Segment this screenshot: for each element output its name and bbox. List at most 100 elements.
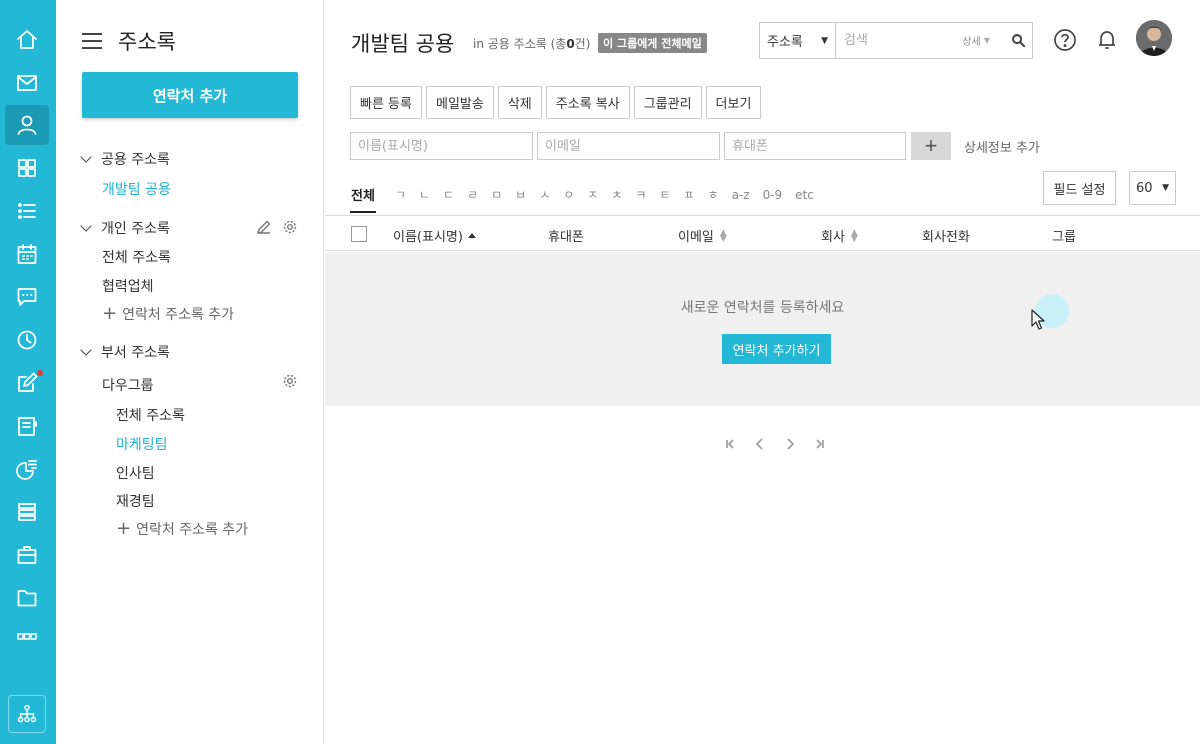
index-tab-all[interactable]: 전체 xyxy=(350,185,376,213)
page-title: 개발팀 공용 xyxy=(351,32,455,56)
nav-item-partners[interactable]: 협력업체 xyxy=(102,276,154,296)
calendar-icon[interactable] xyxy=(5,234,49,274)
nav-item-dev-team-public[interactable]: 개발팀 공용 xyxy=(102,179,171,199)
send-mail-button[interactable]: 메일발송 xyxy=(425,86,494,119)
index-tab[interactable]: ㅇ xyxy=(563,186,574,203)
avatar[interactable] xyxy=(1136,20,1172,56)
more-button[interactable]: 더보기 xyxy=(705,86,762,119)
nav-header: 주소록 xyxy=(82,26,176,56)
prev-page-icon[interactable] xyxy=(745,437,775,451)
search-input[interactable] xyxy=(836,23,963,58)
report-icon[interactable] xyxy=(5,449,49,489)
org-chart-icon[interactable] xyxy=(8,695,46,733)
first-page-icon[interactable] xyxy=(715,437,745,451)
index-tab[interactable]: ㅂ xyxy=(515,186,526,203)
column-group[interactable]: 그룹 xyxy=(1052,226,1076,245)
gear-icon[interactable] xyxy=(282,373,298,389)
index-tab[interactable]: ㄱ xyxy=(395,186,406,203)
nav-item-hr[interactable]: 인사팀 xyxy=(116,463,155,483)
nav-title: 주소록 xyxy=(118,30,176,54)
board-icon[interactable] xyxy=(5,406,49,446)
edit-icon[interactable] xyxy=(5,363,49,403)
gear-icon[interactable] xyxy=(282,219,298,235)
search-scope-select[interactable]: 주소록 ▼ xyxy=(760,23,836,58)
quick-add-plus-button[interactable]: + xyxy=(911,132,951,160)
caret-down-icon: ▼ xyxy=(821,35,828,46)
group-icon[interactable] xyxy=(5,617,49,657)
delete-button[interactable]: 삭제 xyxy=(497,86,542,119)
index-tab[interactable]: a-z xyxy=(732,188,750,202)
index-tab[interactable]: ㅍ xyxy=(683,186,694,203)
menu-icon[interactable] xyxy=(82,33,102,49)
action-toolbar: 빠른 등록 메일발송 삭제 주소록 복사 그룹관리 더보기 xyxy=(350,86,765,119)
pencil-icon[interactable] xyxy=(256,219,272,235)
page-size-select[interactable]: 60 ▼ xyxy=(1129,171,1176,205)
index-tab[interactable]: ㄷ xyxy=(443,186,454,203)
folder-icon[interactable] xyxy=(5,578,49,618)
empty-state: 새로운 연락처를 등록하세요 연락처 추가하기 xyxy=(325,252,1200,406)
quick-email-field[interactable] xyxy=(537,132,720,160)
quick-phone-field[interactable] xyxy=(724,132,906,160)
grid-icon[interactable] xyxy=(5,148,49,188)
stack-icon[interactable] xyxy=(5,492,49,532)
column-email[interactable]: 이메일 ▲ ▼ xyxy=(678,226,727,245)
field-settings-button[interactable]: 필드 설정 xyxy=(1043,171,1116,205)
index-tab[interactable]: ㅁ xyxy=(491,186,502,203)
index-tab[interactable]: ㅊ xyxy=(611,186,622,203)
index-tab[interactable]: ㅎ xyxy=(708,186,719,203)
count-value: 0 xyxy=(566,37,575,51)
copy-address-book-button[interactable]: 주소록 복사 xyxy=(545,86,630,119)
group-mail-button[interactable]: 이 그룹에게 전체메일 xyxy=(598,33,707,53)
home-icon[interactable] xyxy=(5,20,49,60)
bell-icon[interactable] xyxy=(1095,28,1119,52)
nav-item-finance[interactable]: 재경팀 xyxy=(116,491,155,511)
dept-section-toggle[interactable]: 부서 주소록 xyxy=(80,342,170,362)
index-tab[interactable]: ㅈ xyxy=(587,186,598,203)
detail-info-add-link[interactable]: 상세정보 추가 xyxy=(964,137,1040,156)
index-tab[interactable]: ㅅ xyxy=(539,186,550,203)
help-icon[interactable] xyxy=(1053,28,1077,52)
dept-add-book-link[interactable]: + 연락처 주소록 추가 xyxy=(116,519,248,539)
person-icon[interactable] xyxy=(5,105,49,145)
index-tab[interactable]: etc xyxy=(795,188,814,202)
mail-icon[interactable] xyxy=(5,63,49,103)
nav-item-marketing[interactable]: 마케팅팀 xyxy=(116,434,168,454)
last-page-icon[interactable] xyxy=(805,437,835,451)
personal-section-toggle[interactable]: 개인 주소록 xyxy=(80,218,170,238)
list-icon[interactable] xyxy=(5,191,49,231)
index-tab[interactable]: ㄴ xyxy=(419,186,430,203)
dept-add-book-label: 연락처 주소록 추가 xyxy=(136,522,249,538)
clock-icon[interactable] xyxy=(5,320,49,360)
caret-down-icon: ▼ xyxy=(983,36,990,45)
next-page-icon[interactable] xyxy=(775,437,805,451)
index-tab[interactable]: ㄹ xyxy=(467,186,478,203)
address-book-nav: 주소록 연락처 추가 공용 주소록 개발팀 공용 개인 주소록 전체 주소록 협… xyxy=(56,0,324,744)
mouse-cursor-icon xyxy=(1031,309,1045,330)
index-tab[interactable]: ㅌ xyxy=(659,186,670,203)
column-company-phone[interactable]: 회사전화 xyxy=(922,226,970,245)
add-contact-button[interactable]: 연락처 추가 xyxy=(82,72,298,118)
column-company[interactable]: 회사 ▲ ▼ xyxy=(821,226,858,245)
nav-item-dept-all[interactable]: 전체 주소록 xyxy=(116,405,185,425)
add-contact-empty-button[interactable]: 연락처 추가하기 xyxy=(722,334,831,364)
personal-add-book-label: 연락처 주소록 추가 xyxy=(122,307,235,323)
search-icon[interactable] xyxy=(1004,23,1032,58)
personal-add-book-link[interactable]: + 연락처 주소록 추가 xyxy=(102,304,234,324)
column-mobile[interactable]: 휴대폰 xyxy=(548,226,584,245)
sort-icon: ▲ ▼ xyxy=(719,227,727,244)
column-name[interactable]: 이름(표시명) xyxy=(393,226,476,245)
column-group-label: 그룹 xyxy=(1052,230,1076,245)
index-tab[interactable]: 0-9 xyxy=(763,188,783,202)
index-tab[interactable]: ㅋ xyxy=(635,186,646,203)
public-section-label: 공용 주소록 xyxy=(101,152,170,168)
public-section-toggle[interactable]: 공용 주소록 xyxy=(80,149,170,169)
search-detail-toggle[interactable]: 상세 ▼ xyxy=(962,23,990,58)
quick-name-field[interactable] xyxy=(350,132,533,160)
nav-item-daou-group[interactable]: 다우그룹 xyxy=(102,375,154,395)
chat-icon[interactable] xyxy=(5,277,49,317)
quick-register-button[interactable]: 빠른 등록 xyxy=(350,86,422,119)
nav-item-personal-all[interactable]: 전체 주소록 xyxy=(102,247,171,267)
briefcase-icon[interactable] xyxy=(5,535,49,575)
group-manage-button[interactable]: 그룹관리 xyxy=(633,86,702,119)
select-all-checkbox[interactable] xyxy=(351,226,367,242)
